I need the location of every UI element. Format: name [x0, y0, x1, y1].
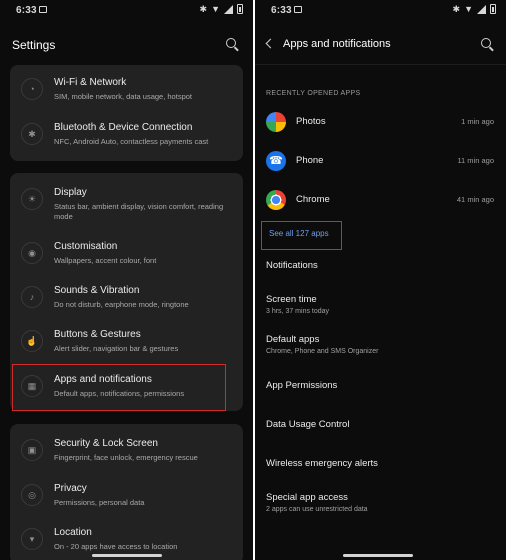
search-icon[interactable] [226, 38, 236, 48]
see-all-apps-link[interactable]: See all 127 apps [269, 229, 329, 238]
image-notification-icon [294, 6, 302, 13]
settings-item-subtitle: Status bar, ambient display, vision comf… [54, 202, 224, 221]
gesture-nav-bar[interactable] [343, 554, 413, 557]
recent-app-phone[interactable]: ☎ Phone 11 min ago [255, 149, 506, 177]
settings-item-subtitle: Wallpapers, accent colour, font [54, 256, 157, 265]
section-label-recent-apps: RECENTLY OPENED APPS [266, 90, 361, 97]
recent-app-chrome[interactable]: Chrome 41 min ago [255, 188, 506, 216]
settings-item-subtitle: Permissions, personal data [54, 498, 145, 507]
settings-item-subtitle: SIM, mobile network, data usage, hotspot [54, 92, 192, 101]
page-title: Settings [12, 38, 56, 52]
status-bar: 6:33 ✱ ▼ [255, 0, 506, 22]
settings-item-subtitle: Alert slider, navigation bar & gestures [54, 344, 179, 353]
menu-item-subtitle: 3 hrs, 37 mins today [266, 308, 330, 315]
page-title: Apps and notifications [283, 38, 391, 50]
settings-item-security[interactable]: ▣ Security & Lock Screen Fingerprint, fa… [10, 431, 243, 471]
settings-item-title: Sounds & Vibration [54, 285, 140, 296]
menu-item-notifications[interactable]: Notifications [266, 260, 496, 271]
recent-app-photos[interactable]: Photos 1 min ago [255, 110, 506, 138]
apps-notifications-screen: 6:33 ✱ ▼ Apps and notifications RECENTLY… [255, 0, 506, 560]
back-arrow-icon[interactable] [265, 38, 276, 49]
app-last-opened: 1 min ago [461, 117, 494, 126]
settings-screen: 6:33 ✱ ▼ Settings ◔ Wi-Fi & Network SIM,… [0, 0, 253, 560]
settings-item-wifi[interactable]: ◔ Wi-Fi & Network SIM, mobile network, d… [10, 70, 243, 110]
settings-item-title: Customisation [54, 241, 118, 252]
menu-item-default-apps[interactable]: Default apps Chrome, Phone and SMS Organ… [266, 334, 496, 355]
menu-item-data-usage-control[interactable]: Data Usage Control [266, 419, 496, 430]
menu-item-title: Default apps [266, 334, 320, 345]
settings-item-bluetooth[interactable]: ✱ Bluetooth & Device Connection NFC, And… [10, 115, 243, 155]
gesture-nav-bar[interactable] [92, 554, 162, 557]
privacy-icon: ◎ [21, 484, 43, 506]
settings-item-sounds[interactable]: ♪ Sounds & Vibration Do not disturb, ear… [10, 278, 243, 318]
menu-item-title: Data Usage Control [266, 419, 350, 430]
menu-item-title: App Permissions [266, 380, 338, 391]
app-last-opened: 11 min ago [457, 156, 494, 165]
app-last-opened: 41 min ago [456, 195, 494, 204]
app-name: Photos [296, 116, 326, 127]
gesture-icon: ☝ [21, 330, 43, 352]
settings-card-connections: ◔ Wi-Fi & Network SIM, mobile network, d… [10, 65, 243, 161]
palette-icon: ◉ [21, 242, 43, 264]
photos-icon [266, 112, 286, 132]
settings-item-subtitle: Do not disturb, earphone mode, ringtone [54, 300, 189, 309]
battery-icon [237, 4, 243, 14]
highlight-apps-and-notifications [12, 364, 226, 411]
app-name: Phone [296, 155, 324, 166]
menu-item-title: Screen time [266, 294, 317, 305]
signal-icon [477, 4, 486, 14]
status-bar: 6:33 ✱ ▼ [0, 0, 253, 22]
search-icon[interactable] [481, 38, 491, 48]
settings-item-title: Location [54, 527, 92, 538]
app-name: Chrome [296, 194, 330, 205]
menu-item-title: Notifications [266, 260, 318, 271]
wifi-status-icon: ▼ [211, 4, 220, 14]
wifi-icon: ◔ [21, 78, 43, 100]
settings-item-customisation[interactable]: ◉ Customisation Wallpapers, accent colou… [10, 234, 243, 274]
settings-card-security: ▣ Security & Lock Screen Fingerprint, fa… [10, 424, 243, 560]
header-divider [255, 64, 506, 65]
settings-item-title: Wi-Fi & Network [54, 77, 127, 88]
settings-item-title: Privacy [54, 483, 87, 494]
chrome-icon [266, 190, 286, 210]
settings-item-display[interactable]: ☀ Display Status bar, ambient display, v… [10, 180, 243, 228]
settings-item-subtitle: Fingerprint, face unlock, emergency resc… [54, 453, 198, 462]
bluetooth-status-icon: ✱ [452, 4, 461, 14]
menu-item-title: Special app access [266, 492, 348, 503]
menu-item-title: Wireless emergency alerts [266, 458, 378, 469]
settings-item-title: Security & Lock Screen [54, 438, 158, 449]
wifi-status-icon: ▼ [464, 4, 473, 14]
settings-item-title: Display [54, 187, 87, 198]
brightness-icon: ☀ [21, 188, 43, 210]
location-pin-icon: ▾ [21, 528, 43, 550]
settings-item-privacy[interactable]: ◎ Privacy Permissions, personal data [10, 476, 243, 516]
phone-icon: ☎ [266, 151, 286, 171]
settings-item-title: Bluetooth & Device Connection [54, 122, 193, 133]
bluetooth-icon: ✱ [21, 123, 43, 145]
menu-item-special-app-access[interactable]: Special app access 2 apps can use unrest… [266, 492, 496, 513]
status-time: 6:33 [271, 5, 292, 16]
menu-item-subtitle: 2 apps can use unrestricted data [266, 506, 368, 513]
speaker-icon: ♪ [21, 286, 43, 308]
bluetooth-status-icon: ✱ [199, 4, 208, 14]
menu-item-subtitle: Chrome, Phone and SMS Organizer [266, 348, 379, 355]
settings-item-buttons[interactable]: ☝ Buttons & Gestures Alert slider, navig… [10, 322, 243, 362]
settings-item-subtitle: On - 20 apps have access to location [54, 542, 178, 551]
image-notification-icon [39, 6, 47, 13]
settings-item-title: Buttons & Gestures [54, 329, 141, 340]
menu-item-wireless-emergency-alerts[interactable]: Wireless emergency alerts [266, 458, 496, 469]
battery-icon [490, 4, 496, 14]
signal-icon [224, 4, 233, 14]
menu-item-app-permissions[interactable]: App Permissions [266, 380, 496, 391]
lock-icon: ▣ [21, 439, 43, 461]
menu-item-screen-time[interactable]: Screen time 3 hrs, 37 mins today [266, 294, 496, 315]
settings-item-subtitle: NFC, Android Auto, contactless payments … [54, 137, 209, 146]
status-time: 6:33 [16, 5, 37, 16]
